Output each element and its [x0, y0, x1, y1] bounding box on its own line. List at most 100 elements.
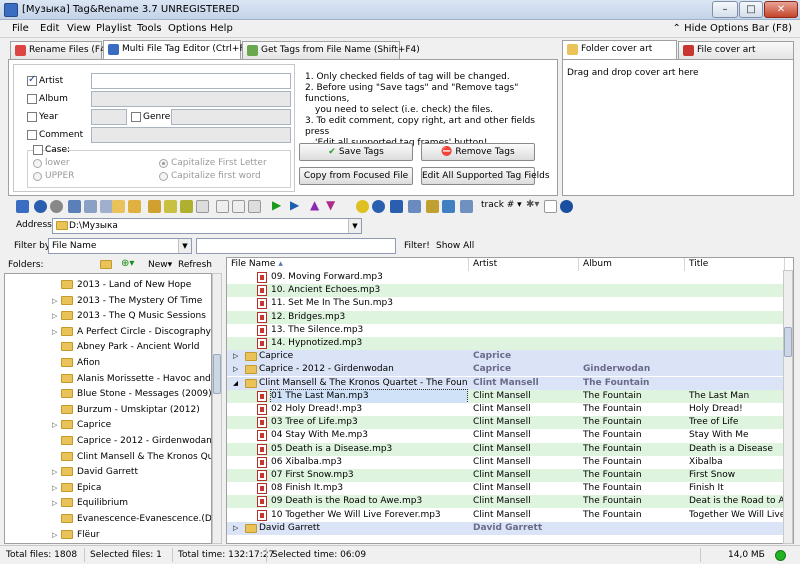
refresh-button[interactable]: Refresh	[178, 260, 212, 270]
expand-icon[interactable]: ▷	[233, 350, 238, 363]
folder-tree-item[interactable]: ▷ 2013 - The Q Music Sessions	[5, 308, 211, 324]
case-upper-radio[interactable]	[33, 172, 42, 181]
details-view-icon[interactable]	[84, 200, 97, 213]
folder-group-row[interactable]: ▷ Caprice - 2012 - Girdenwodan Caprice Gind…	[227, 363, 783, 377]
menu-options[interactable]: Options	[168, 23, 207, 34]
scroll-thumb[interactable]	[213, 354, 221, 394]
navigate-icon[interactable]: ⊕▾	[121, 258, 134, 269]
folder-group-row[interactable]: ▷ Caprice Caprice	[227, 350, 783, 364]
folder-tree-item[interactable]: ▷ Flëur	[5, 527, 211, 543]
column-artist[interactable]: Artist	[469, 258, 579, 271]
folder-tree-item[interactable]: ▷ Epica	[5, 480, 211, 496]
case-capitalize-word-radio[interactable]	[159, 172, 168, 181]
web-icon[interactable]	[372, 200, 385, 213]
comment-checkbox[interactable]	[27, 130, 37, 140]
cover-art-panel[interactable]: Drag and drop cover art here	[562, 59, 794, 196]
minimize-button[interactable]: –	[712, 1, 738, 18]
menu-playlist[interactable]: Playlist	[96, 23, 132, 34]
filter-button[interactable]: Filter!	[404, 241, 430, 251]
tag-icon[interactable]	[164, 200, 177, 213]
menu-file[interactable]: File	[12, 23, 29, 34]
folder-tree-item[interactable]: Clint Mansell & The Kronos Quarte	[5, 449, 211, 465]
tab-multi-file-tag-editor[interactable]: Multi File Tag Editor (Ctrl+F4)	[103, 40, 254, 60]
grid-icon[interactable]	[442, 200, 455, 213]
genre-select[interactable]	[171, 109, 291, 125]
search-icon[interactable]	[50, 200, 63, 213]
filter-field-select[interactable]: File Name ▼	[48, 238, 192, 254]
copy-icon[interactable]	[216, 200, 229, 213]
table-row[interactable]: 14. Hypnotized.mp3	[227, 337, 783, 350]
menu-edit[interactable]: Edit	[40, 23, 59, 34]
save-image-icon[interactable]	[408, 200, 421, 213]
folder-tree-item[interactable]: ▷ A Perfect Circle - Discography	[5, 324, 211, 340]
folder-tree-item[interactable]: ▷ David Garrett	[5, 464, 211, 480]
edit-all-tag-fields-button[interactable]: Edit All Supported Tag Fields	[421, 167, 550, 185]
play-icon[interactable]: ▶	[272, 198, 281, 212]
magic-icon[interactable]	[426, 200, 439, 213]
folder-up-icon[interactable]	[100, 260, 112, 269]
table-row[interactable]: 09 Death is the Road to Awe.mp3 Clint Man…	[227, 495, 783, 509]
table-row[interactable]: 04 Stay With Me.mp3 Clint Mansell The Foun…	[227, 429, 783, 443]
list-view-icon[interactable]	[68, 200, 81, 213]
album-input[interactable]	[91, 91, 291, 107]
folder-tree-item[interactable]: Alanis Morissette - Havoc and Brigh	[5, 371, 211, 387]
collapse-icon[interactable]: ◢	[233, 377, 238, 390]
play-next-icon[interactable]: ▶	[290, 198, 299, 212]
table-row[interactable]: 10 Together We Will Live Forever.mp3 Clin…	[227, 508, 783, 522]
column-file-name[interactable]: File Name ▴	[227, 258, 469, 271]
expand-icon[interactable]: ▷	[52, 480, 57, 496]
folder-tree-item[interactable]: ▷ Flëur и Сайд проекты	[5, 542, 211, 543]
close-button[interactable]: ✕	[764, 1, 798, 18]
case-checkbox[interactable]	[33, 145, 43, 155]
folder-tree-item[interactable]: Evanescence-Evanescence.(Deluxe.	[5, 511, 211, 527]
table-row[interactable]: 05 Death is a Disease.mp3 Clint Mansell Th…	[227, 442, 783, 456]
copy-from-focused-file-button[interactable]: Copy from Focused File	[299, 167, 413, 185]
hide-options-bar[interactable]: ⌃ Hide Options Bar (F8)	[673, 23, 793, 34]
help-icon[interactable]	[544, 200, 557, 213]
table-row[interactable]: 08 Finish It.mp3 Clint Mansell The Fountai…	[227, 482, 783, 496]
table-row[interactable]: 06 Xibalba.mp3 Clint Mansell The Fountain X…	[227, 455, 783, 469]
chevron-down-icon[interactable]: ▼	[178, 239, 191, 253]
document-icon[interactable]	[248, 200, 261, 213]
file-table-scrollbar[interactable]	[783, 270, 793, 544]
expand-icon[interactable]: ▷	[52, 527, 57, 543]
expand-icon[interactable]: ▷	[52, 324, 57, 340]
tag-edit-icon[interactable]	[180, 200, 193, 213]
column-title[interactable]: Title	[685, 258, 785, 271]
cd-icon[interactable]	[356, 200, 369, 213]
menu-help[interactable]: Help	[210, 23, 233, 34]
table-row[interactable]: 03 Tree of Life.mp3 Clint Mansell The Foun…	[227, 416, 783, 430]
expand-icon[interactable]: ▷	[52, 417, 57, 433]
expand-icon[interactable]: ▷	[52, 308, 57, 324]
album-checkbox[interactable]	[27, 94, 37, 104]
genre-checkbox[interactable]	[131, 112, 141, 122]
comment-input[interactable]	[91, 127, 291, 143]
filter-input[interactable]	[196, 238, 396, 254]
open-folder-icon[interactable]	[112, 200, 125, 213]
track-number-button[interactable]: track # ▾	[481, 200, 522, 210]
maximize-button[interactable]: □	[739, 1, 763, 18]
expand-icon[interactable]: ▷	[52, 293, 57, 309]
folder-tree-item[interactable]: Burzum - Umskiptar (2012)	[5, 402, 211, 418]
expand-icon[interactable]: ▷	[233, 522, 238, 535]
table-row[interactable]: 07 First Snow.mp3 Clint Mansell The Founta…	[227, 469, 783, 482]
expand-icon[interactable]: ▷	[52, 542, 57, 543]
paste-icon[interactable]	[232, 200, 245, 213]
menu-tools[interactable]: Tools	[137, 23, 162, 34]
artist-checkbox[interactable]	[27, 74, 37, 86]
folder-group-row[interactable]: ▷ David Garrett David Garrett	[227, 521, 783, 535]
folder-tree-item[interactable]: Abney Park - Ancient World	[5, 339, 211, 355]
select-all-icon[interactable]	[16, 200, 29, 213]
table-row[interactable]: 13. The Silence.mp3	[227, 323, 783, 337]
tab-rename-files[interactable]: Rename Files (F4)	[10, 41, 109, 59]
expand-icon[interactable]: ▷	[52, 495, 57, 511]
year-input[interactable]	[91, 109, 127, 125]
table-row[interactable]: 02 Holy Dread!.mp3 Clint Mansell The Fount…	[227, 403, 783, 416]
new-folder-button[interactable]: New▾	[148, 260, 172, 270]
folder-group-row[interactable]: ◢ Clint Mansell & The Kronos Quartet - Th…	[227, 376, 783, 390]
year-checkbox[interactable]	[27, 112, 37, 122]
info-icon[interactable]	[560, 200, 573, 213]
folder-tree-item[interactable]: 2013 - Land of New Hope	[5, 277, 211, 293]
tab-get-tags-from-file-name[interactable]: Get Tags from File Name (Shift+F4)	[242, 41, 420, 59]
folder-icon[interactable]	[128, 200, 141, 213]
